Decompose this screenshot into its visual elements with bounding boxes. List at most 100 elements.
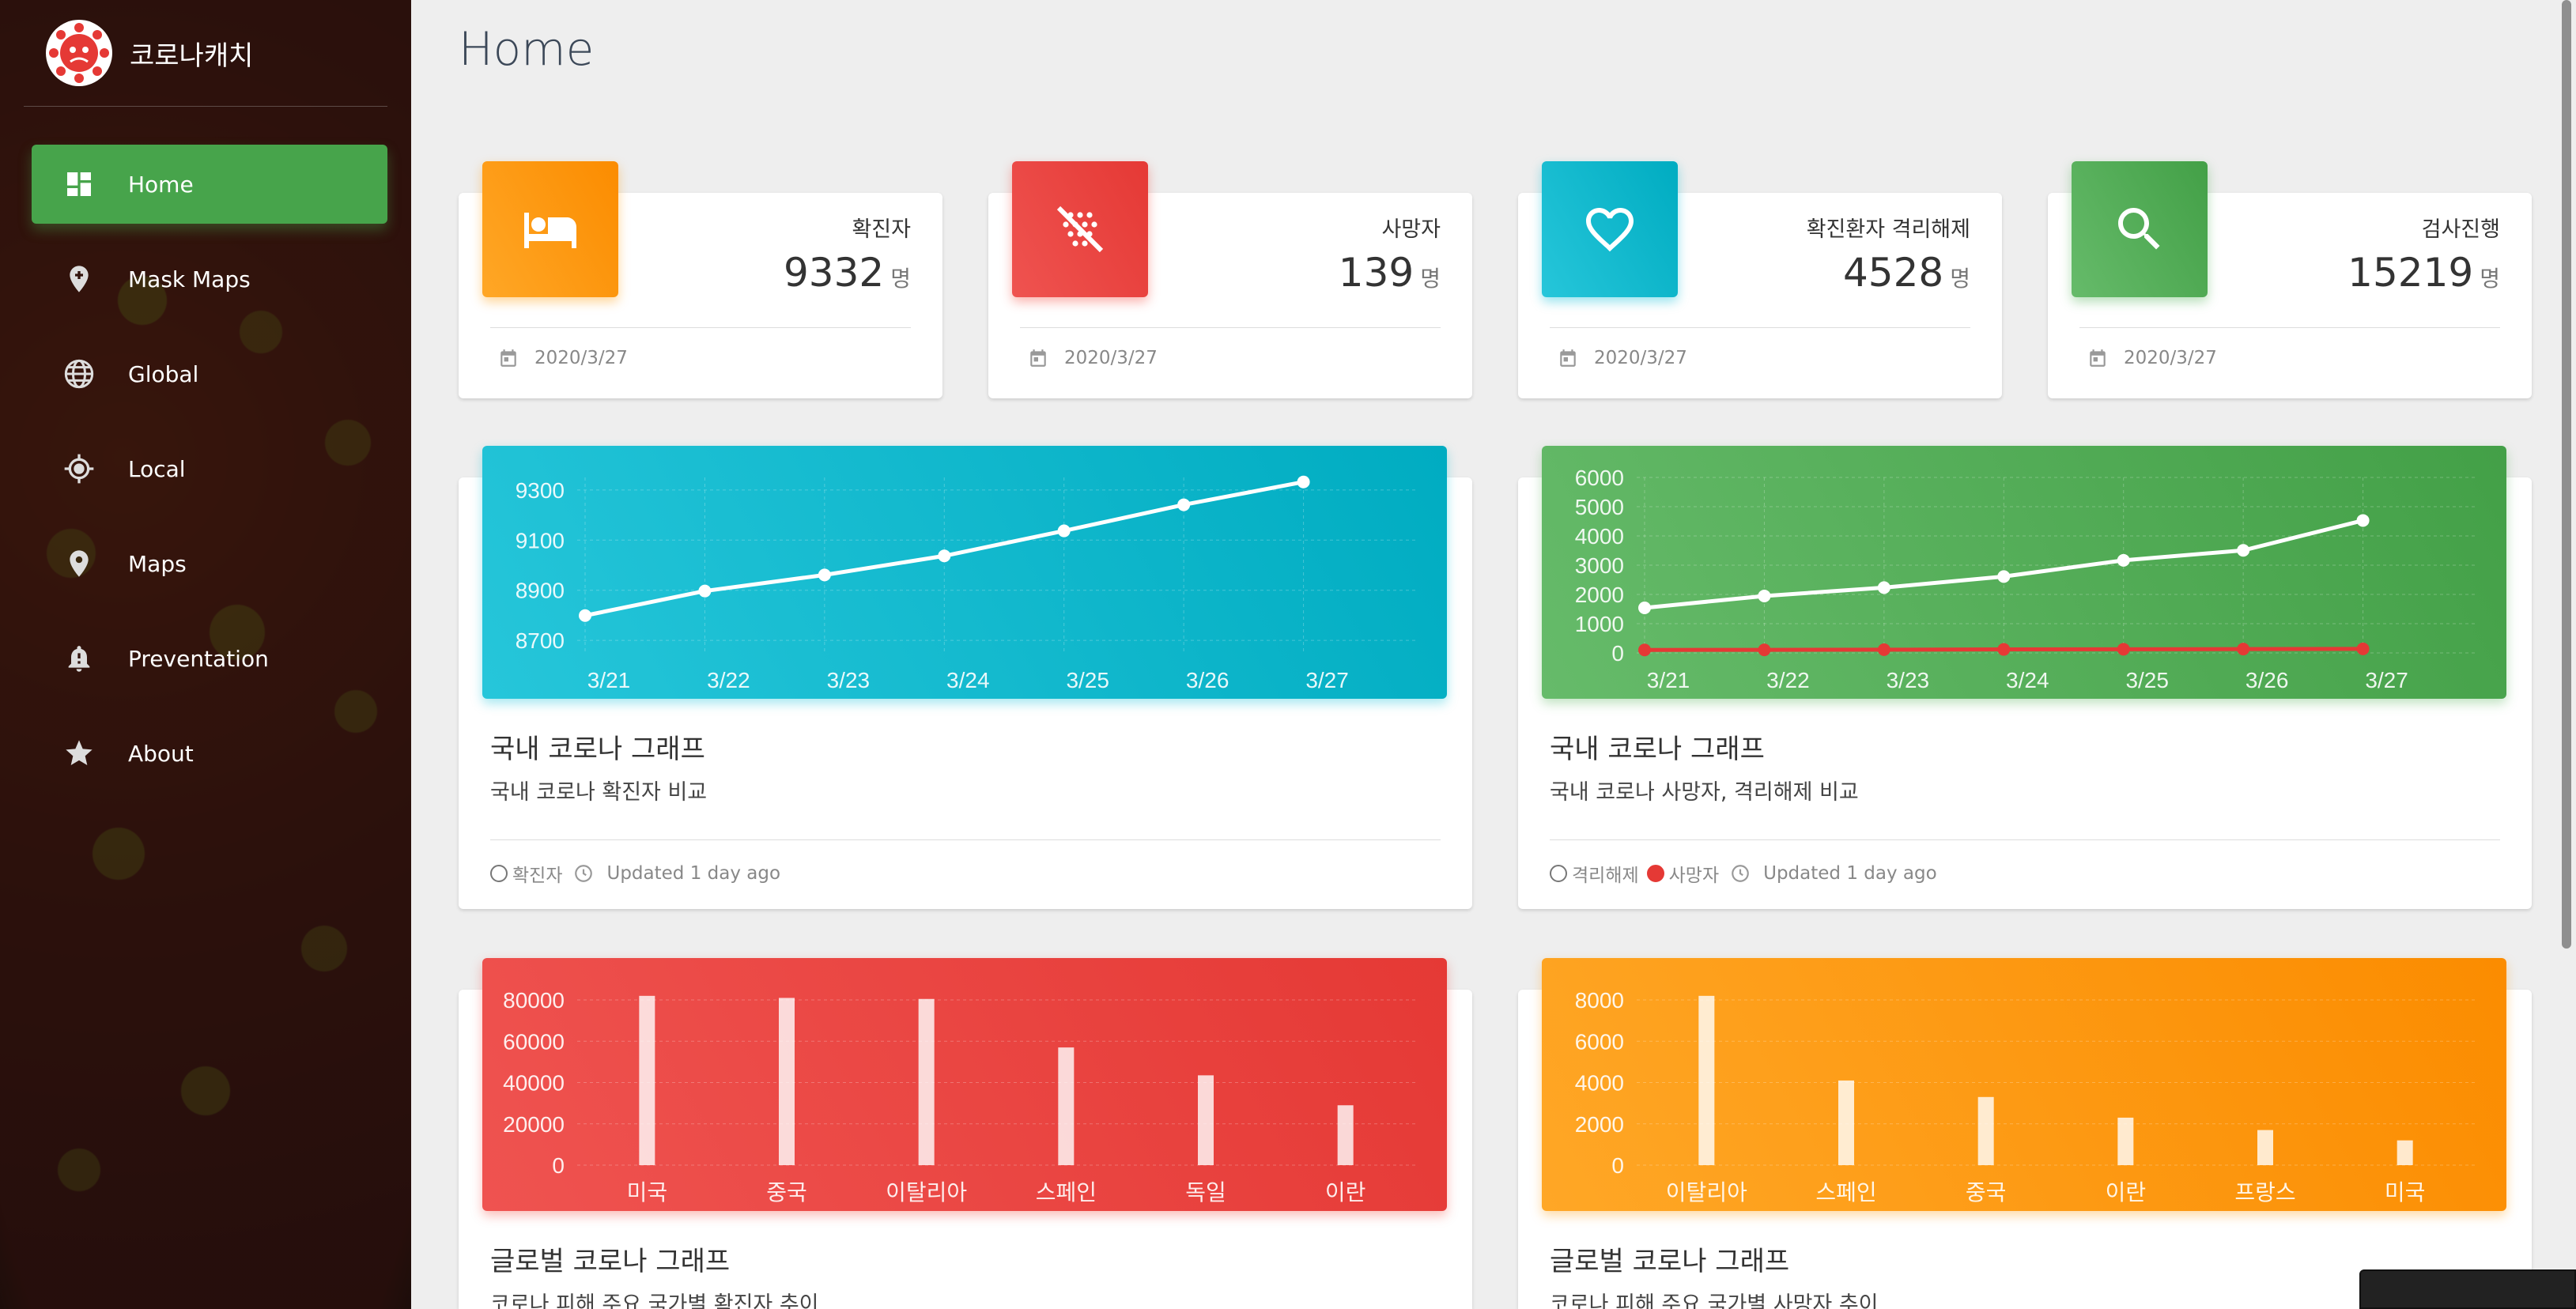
x-tick-label: 3/25 <box>2125 668 2169 692</box>
stat-date: 2020/3/27 <box>534 348 628 368</box>
data-point <box>1638 602 1651 615</box>
y-tick-label: 4000 <box>1575 1071 1624 1096</box>
updated-text: Updated 1 day ago <box>1763 863 1937 884</box>
sidebar-item-local[interactable]: Local <box>32 429 387 508</box>
brand[interactable]: 코로나캐치 <box>24 0 387 107</box>
data-point <box>1758 643 1771 657</box>
scrollbar-thumb[interactable] <box>2562 0 2571 949</box>
y-tick-label: 9100 <box>516 528 565 553</box>
bar <box>1698 995 1715 1165</box>
data-point <box>1758 589 1771 602</box>
stat-value: 139 명 <box>1338 250 1441 296</box>
clock-icon <box>575 865 593 882</box>
sidebar-item-label: Mask Maps <box>128 266 251 292</box>
stat-label: 검사진행 <box>2421 217 2500 242</box>
sidebar-item-preventation[interactable]: Preventation <box>32 619 387 698</box>
data-point <box>698 584 712 598</box>
y-tick-label: 0 <box>1611 641 1624 666</box>
y-tick-label: 40000 <box>503 1071 565 1096</box>
globe-icon <box>62 356 96 391</box>
legend-marker <box>490 865 508 882</box>
virus-icon <box>1012 161 1148 297</box>
chart-area: 0 1000 2000 3000 4000 5000 6000 3/21 3/22 3/23 3/2… <box>1542 446 2506 699</box>
divider <box>1550 327 1970 328</box>
stat-value: 9332 명 <box>783 250 911 296</box>
chart-card-global-deaths: 0 2000 4000 6000 8000 이탈리아 스페인 중국 이란 프랑스 미국 글로벌 코로… <box>1518 958 2532 1309</box>
x-tick-label: 3/23 <box>1887 668 1930 692</box>
x-tick-label: 3/22 <box>1766 668 1810 692</box>
bar <box>639 995 655 1165</box>
map-pin-icon <box>62 546 96 581</box>
data-point <box>1057 524 1071 538</box>
bar <box>1058 1047 1075 1165</box>
x-tick-label: 중국 <box>1966 1180 2007 1205</box>
divider <box>490 327 911 328</box>
divider <box>1550 839 2500 840</box>
data-point <box>938 549 951 563</box>
calendar-icon <box>500 349 516 367</box>
data-point <box>2237 544 2250 557</box>
bar <box>918 998 935 1165</box>
data-point <box>1638 643 1651 657</box>
sidebar-item-mask-maps[interactable]: Mask Maps <box>32 240 387 319</box>
legend-marker <box>1646 865 1664 882</box>
chart-title: 국내 코로나 그래프 <box>490 734 705 765</box>
search-icon <box>2072 161 2208 297</box>
crosshair-icon <box>62 451 96 486</box>
y-tick-label: 6000 <box>1575 466 1624 490</box>
x-tick-label: 미국 <box>2385 1180 2426 1205</box>
sidebar-item-label: Local <box>128 455 186 482</box>
chart-subtitle: 국내 코로나 확진자 비교 <box>490 780 708 805</box>
x-tick-label: 중국 <box>766 1180 807 1205</box>
stat-footer: 2020/3/27 <box>2087 348 2217 368</box>
star-icon <box>62 736 96 771</box>
x-tick-label: 미국 <box>627 1180 668 1205</box>
calendar-icon <box>1030 349 1046 367</box>
data-point <box>1877 581 1890 594</box>
data-point <box>2356 514 2370 527</box>
y-tick-label: 80000 <box>503 988 565 1013</box>
y-tick-label: 60000 <box>503 1029 565 1054</box>
stat-date: 2020/3/27 <box>1594 348 1687 368</box>
bar <box>1337 1105 1354 1165</box>
sidebar-item-label: Global <box>128 360 199 387</box>
virus-logo-icon <box>46 20 112 86</box>
page-title: Home <box>459 22 595 76</box>
heart-icon <box>1542 161 1678 297</box>
chart-footer: 확진자 Updated 1 day ago <box>490 860 780 887</box>
chart-card-domestic-deaths: 0 1000 2000 3000 4000 5000 6000 3/21 3/22 3/23 3/2… <box>1518 446 2532 909</box>
sidebar: 코로나캐치 Home Mask Maps Global Local Maps P… <box>0 0 411 1309</box>
sidebar-item-home[interactable]: Home <box>32 145 387 224</box>
x-tick-label: 3/26 <box>1186 668 1229 692</box>
dashboard-icon <box>62 167 96 202</box>
x-tick-label: 스페인 <box>1815 1180 1876 1205</box>
y-tick-label: 9300 <box>516 478 565 503</box>
screenshot-thumbnail[interactable] <box>2359 1269 2576 1309</box>
sidebar-item-global[interactable]: Global <box>32 334 387 413</box>
clock-icon <box>1732 865 1749 882</box>
bar <box>779 998 795 1165</box>
data-point <box>1877 643 1890 656</box>
chart-title: 국내 코로나 그래프 <box>1550 734 1765 765</box>
x-tick-label: 이란 <box>2106 1180 2147 1205</box>
sidebar-nav: Home Mask Maps Global Local Maps Prevent… <box>0 145 411 793</box>
chart-title: 글로벌 코로나 그래프 <box>490 1246 731 1277</box>
y-tick-label: 5000 <box>1575 495 1624 519</box>
y-tick-label: 2000 <box>1575 583 1624 607</box>
y-tick-label: 6000 <box>1575 1029 1624 1054</box>
chart-title: 글로벌 코로나 그래프 <box>1550 1246 1790 1277</box>
x-tick-label: 3/24 <box>946 668 990 692</box>
divider <box>490 839 1441 840</box>
stat-label: 확진자 <box>852 217 911 242</box>
x-tick-label: 3/27 <box>1305 668 1349 692</box>
x-tick-label: 독일 <box>1185 1180 1226 1205</box>
y-tick-label: 8700 <box>516 628 565 653</box>
app-title: 코로나캐치 <box>130 40 254 72</box>
chart-subtitle: 국내 코로나 사망자, 격리해제 비교 <box>1550 780 1859 805</box>
data-point <box>1177 498 1191 511</box>
calendar-icon <box>1560 349 1576 367</box>
x-tick-label: 3/22 <box>707 668 750 692</box>
sidebar-item-maps[interactable]: Maps <box>32 524 387 603</box>
bar <box>1838 1080 1854 1165</box>
sidebar-item-about[interactable]: About <box>32 714 387 793</box>
